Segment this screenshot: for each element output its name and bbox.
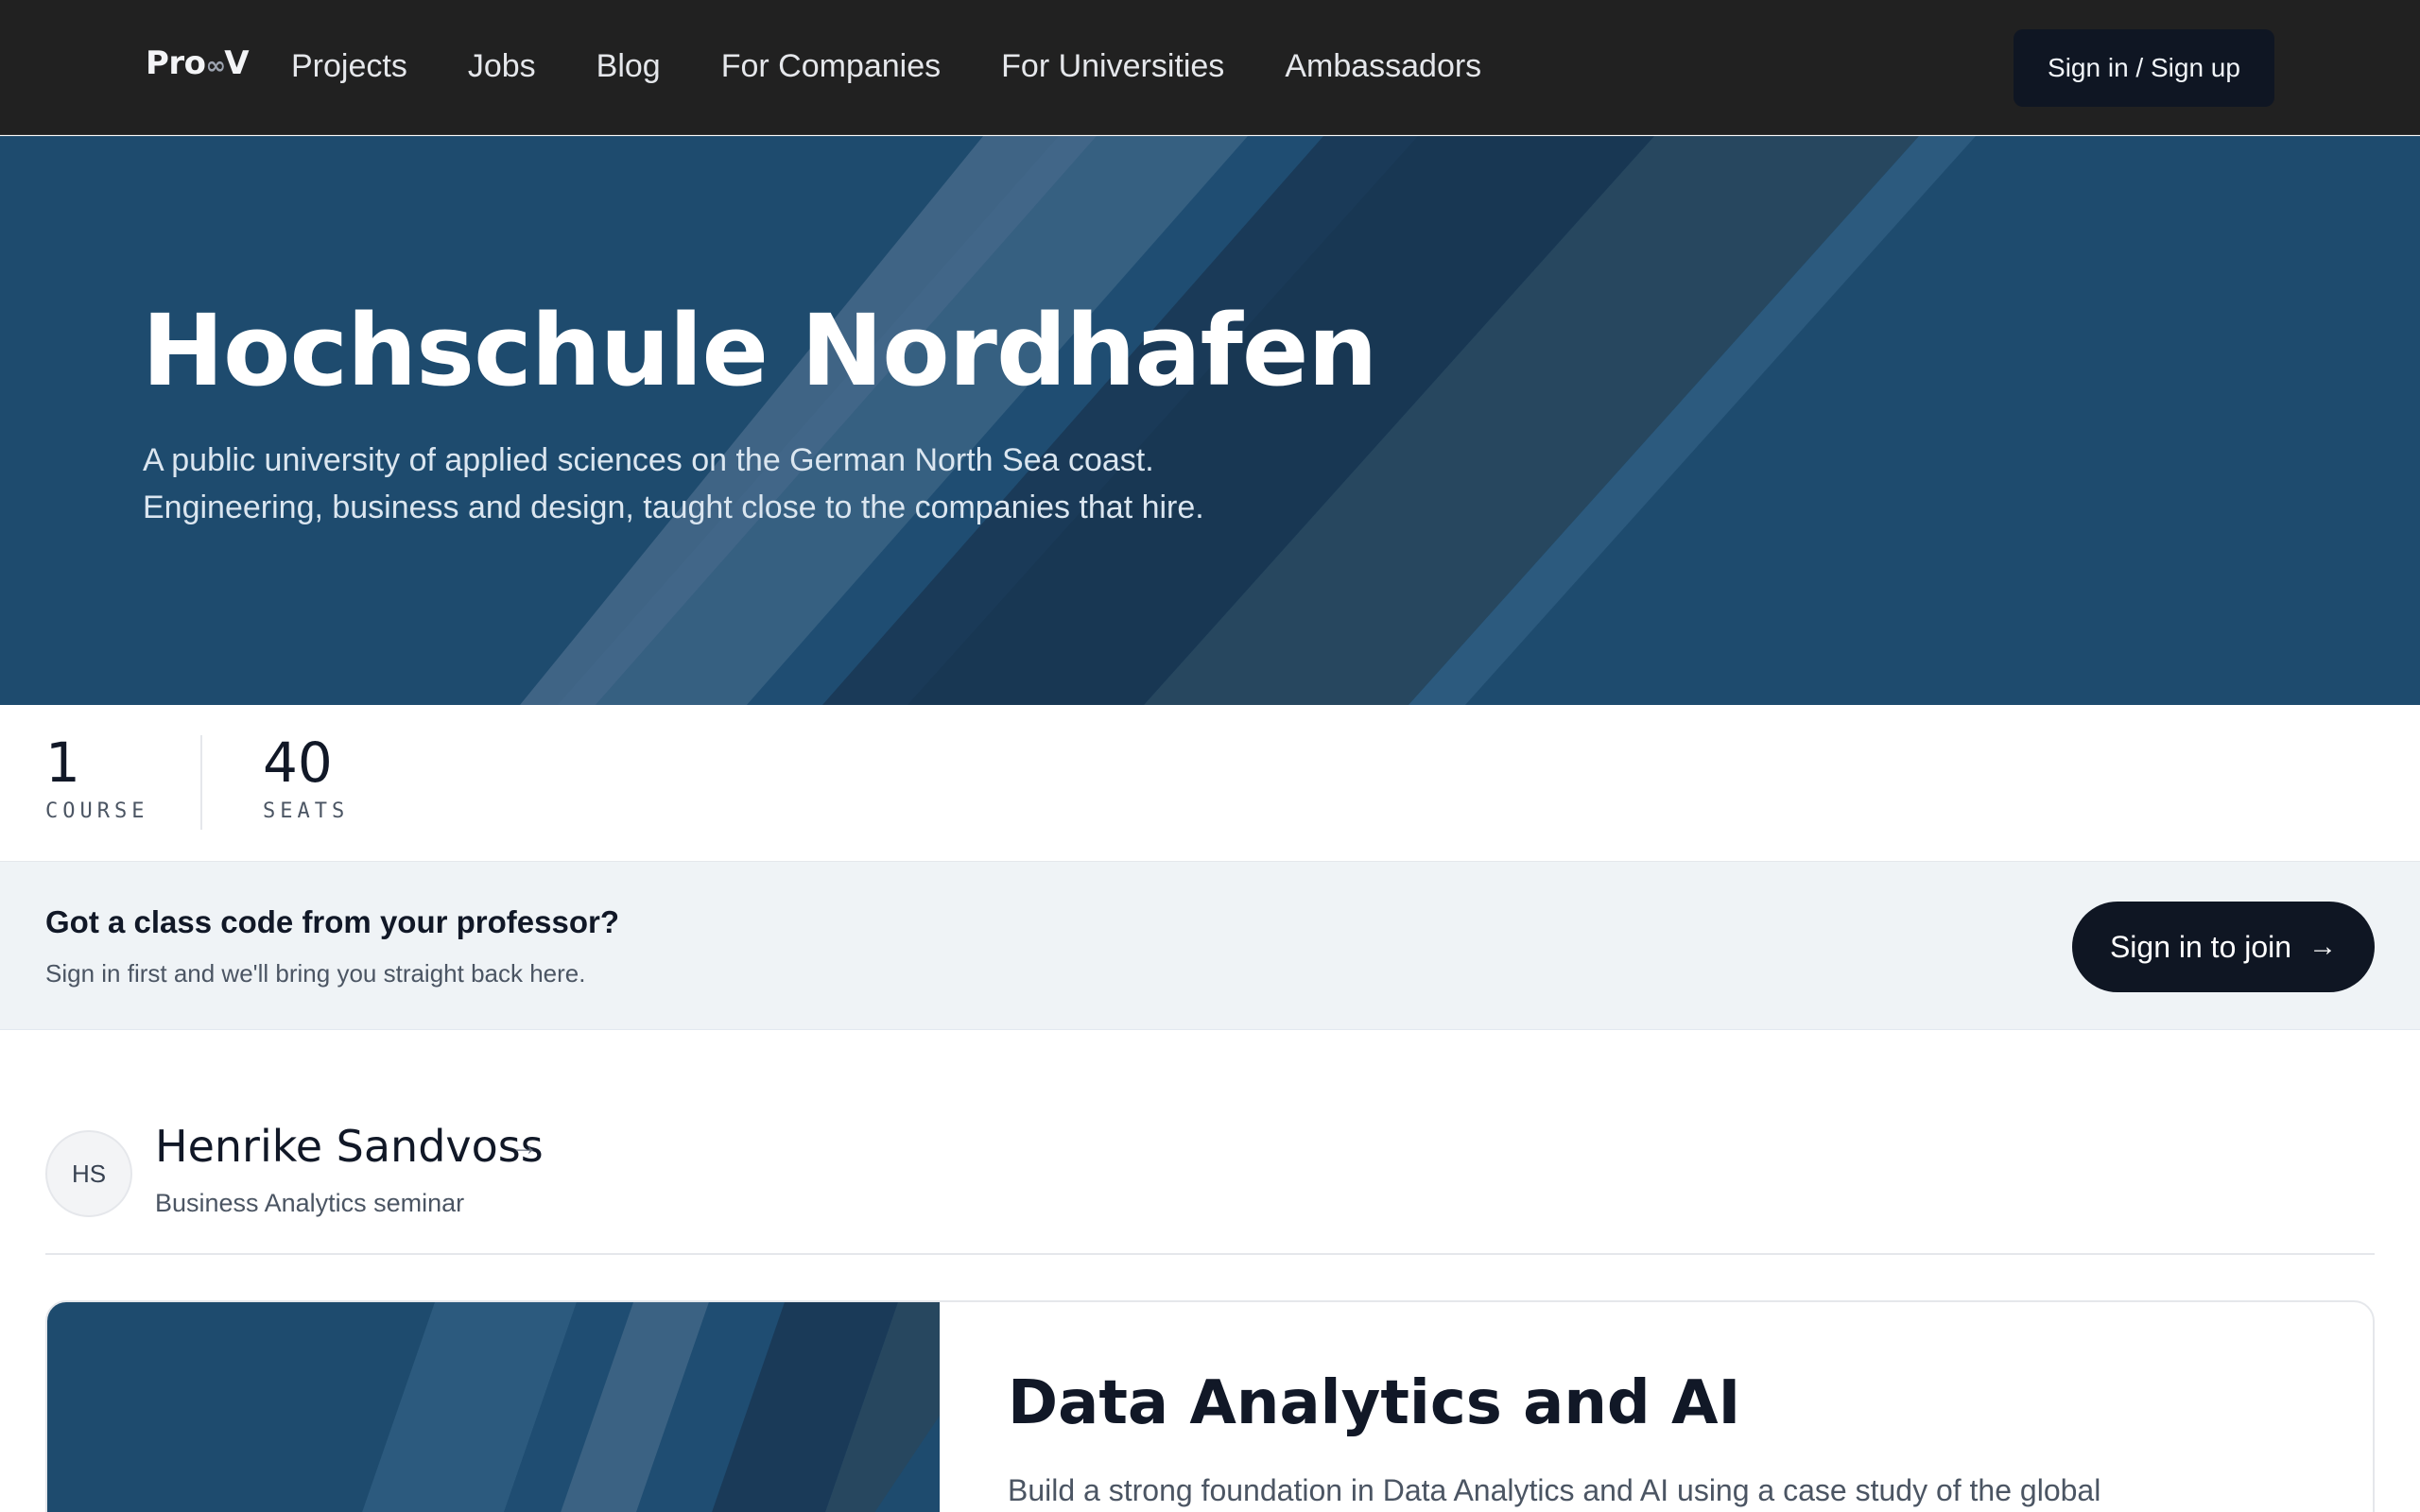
nav-link-ambassadors[interactable]: Ambassadors	[1285, 45, 1481, 87]
course-cover-image	[47, 1302, 940, 1512]
course-title: Data Analytics and AI	[1008, 1368, 1741, 1438]
instructor-course-subtitle: Business Analytics seminar	[155, 1189, 465, 1217]
main-nav: Projects Jobs Blog For Companies For Uni…	[291, 45, 1542, 87]
university-hero: Hochschule Nordhafen A public university…	[0, 136, 2420, 705]
university-title: Hochschule Nordhafen	[142, 293, 1377, 408]
logo-text-start: Pro	[146, 44, 206, 82]
instructor-name-link[interactable]: Henrike Sandvoss	[155, 1121, 544, 1172]
university-description-line-2: Engineering, business and design, taught…	[143, 490, 1204, 525]
stat-courses: 1 COURSE	[45, 730, 149, 823]
logo-text-end: V	[224, 44, 250, 82]
hero-stripes-decoration	[520, 136, 1976, 705]
class-code-banner: Got a class code from your professor? Si…	[0, 862, 2420, 1030]
section-divider	[45, 1253, 2375, 1255]
university-description-line-1: A public university of applied sciences …	[143, 442, 1154, 478]
course-card[interactable]: Data Analytics and AI Build a strong fou…	[45, 1300, 2375, 1512]
sign-in-to-join-button[interactable]: Sign in to join →	[2072, 902, 2375, 992]
class-code-subtitle: Sign in first and we'll bring you straig…	[45, 959, 586, 988]
stat-seats: 40 SEATS	[263, 730, 350, 823]
nav-link-blog[interactable]: Blog	[596, 45, 661, 87]
nav-link-for-companies[interactable]: For Companies	[721, 45, 941, 87]
logo[interactable]: Pro∞ V	[146, 44, 250, 82]
logo-loop-icon: ∞	[205, 52, 227, 80]
nav-link-for-universities[interactable]: For Universities	[1001, 45, 1224, 87]
signin-signup-button[interactable]: Sign in / Sign up	[2014, 29, 2274, 107]
stat-courses-label: COURSE	[45, 799, 149, 823]
sign-in-to-join-label: Sign in to join	[2109, 929, 2292, 964]
stat-divider	[200, 735, 202, 830]
instructor-avatar: HS	[45, 1130, 132, 1217]
nav-link-projects[interactable]: Projects	[291, 45, 407, 87]
stat-seats-label: SEATS	[263, 799, 350, 823]
arrow-right-icon[interactable]: →	[510, 1130, 539, 1162]
course-description: Build a strong foundation in Data Analyt…	[1008, 1473, 2101, 1507]
nav-link-jobs[interactable]: Jobs	[468, 45, 536, 87]
arrow-right-icon: →	[2308, 931, 2338, 962]
university-description: A public university of applied sciences …	[143, 437, 1277, 531]
course-cover-stripes-decoration	[362, 1302, 940, 1512]
class-code-title: Got a class code from your professor?	[45, 904, 619, 939]
stat-courses-value: 1	[45, 730, 80, 795]
stats-bar: 1 COURSE 40 SEATS	[0, 705, 2420, 862]
top-navbar: Pro∞ V Projects Jobs Blog For Companies F…	[0, 0, 2420, 135]
stat-seats-value: 40	[263, 730, 333, 795]
